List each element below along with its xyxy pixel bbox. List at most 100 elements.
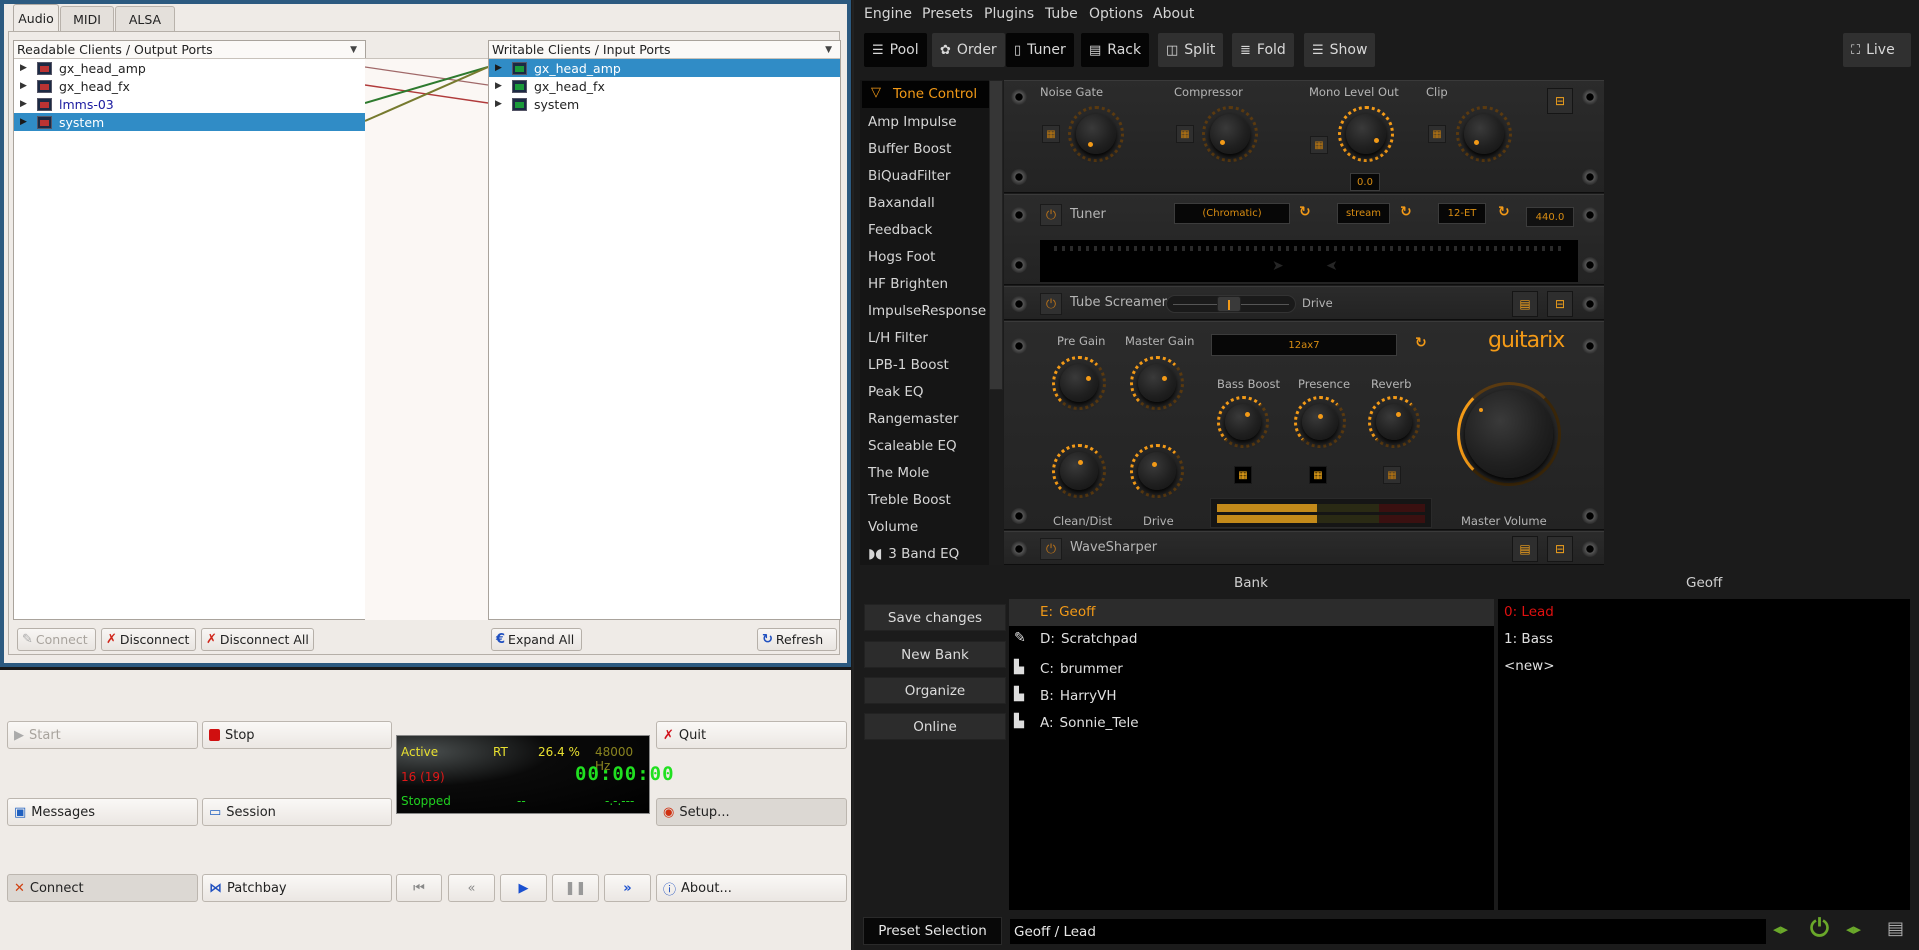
online-button[interactable]: Online bbox=[864, 713, 1006, 740]
pool-item[interactable]: Hogs Foot bbox=[868, 249, 935, 265]
bank-item-d[interactable]: D: Scratchpad bbox=[1040, 631, 1137, 647]
reverb-toggle[interactable]: ▦ bbox=[1383, 466, 1401, 484]
unit-menu-button[interactable]: ⊟ bbox=[1547, 291, 1573, 317]
temperament-select[interactable]: 12-ET bbox=[1438, 203, 1486, 224]
drive-knob[interactable] bbox=[1138, 452, 1176, 490]
pool-item[interactable]: L/H Filter bbox=[868, 330, 928, 346]
expand-icon[interactable]: ▶ bbox=[495, 63, 504, 73]
disconnect-all-button[interactable]: ✗ Disconnect All bbox=[201, 628, 314, 651]
slider-handle[interactable] bbox=[1217, 296, 1241, 312]
expand-icon[interactable]: ▶ bbox=[20, 117, 29, 127]
expand-icon[interactable]: ▶ bbox=[495, 99, 504, 109]
list-item[interactable]: ▶ lmms-03 bbox=[14, 95, 365, 113]
readable-list-header[interactable]: Readable Clients / Output Ports ▼ bbox=[14, 41, 365, 59]
bank-item-c[interactable]: C: brummer bbox=[1040, 661, 1123, 677]
messages-button[interactable]: ▣ Messages bbox=[7, 798, 198, 826]
pool-category-3-band-eq[interactable]: ◗◖ 3 Band EQ bbox=[868, 546, 959, 562]
pool-item[interactable]: LPB-1 Boost bbox=[868, 357, 949, 373]
toolbar-rack-button[interactable]: ▤ Rack bbox=[1081, 33, 1150, 67]
wavesharper-power-button[interactable]: ⏻ bbox=[1040, 538, 1062, 560]
disconnect-button[interactable]: ✗ Disconnect bbox=[101, 628, 196, 651]
menu-engine[interactable]: Engine bbox=[864, 6, 912, 22]
organize-button[interactable]: Organize bbox=[864, 677, 1006, 704]
bank-item-a[interactable]: A: Sonnie_Tele bbox=[1040, 715, 1139, 731]
pool-item[interactable]: Feedback bbox=[868, 222, 932, 238]
tube-screamer-power-button[interactable]: ⏻ bbox=[1040, 293, 1062, 315]
pool-item[interactable]: Peak EQ bbox=[868, 384, 924, 400]
about-button[interactable]: ⓘ About... bbox=[656, 874, 847, 902]
stop-button[interactable]: Stop bbox=[202, 721, 392, 749]
pool-item[interactable]: Rangemaster bbox=[868, 411, 958, 427]
pool-item[interactable]: Scaleable EQ bbox=[868, 438, 957, 454]
toolbar-order-button[interactable]: ✿ Order bbox=[932, 33, 1005, 67]
clean-dist-knob[interactable] bbox=[1060, 452, 1098, 490]
pool-item[interactable]: Amp Impulse bbox=[868, 114, 957, 130]
next-preset-icon[interactable]: ◂▸ bbox=[1846, 920, 1861, 938]
menu-tube[interactable]: Tube bbox=[1045, 6, 1078, 22]
preset-item-new[interactable]: <new> bbox=[1504, 658, 1555, 674]
writable-clients-list[interactable]: Writable Clients / Input Ports ▼ ▶ gx_head… bbox=[488, 40, 841, 620]
pool-item[interactable]: The Mole bbox=[868, 465, 929, 481]
quit-button[interactable]: ✗ Quit bbox=[656, 721, 847, 749]
noise-gate-toggle[interactable]: ▦ bbox=[1042, 125, 1060, 143]
unit-menu-button[interactable]: ⊟ bbox=[1547, 536, 1573, 562]
bass-boost-knob[interactable] bbox=[1225, 404, 1261, 440]
cycle-icon[interactable]: ↻ bbox=[1299, 204, 1311, 220]
reverb-knob[interactable] bbox=[1376, 404, 1412, 440]
menu-presets[interactable]: Presets bbox=[922, 6, 973, 22]
clip-toggle[interactable]: ▦ bbox=[1428, 125, 1446, 143]
toolbar-split-button[interactable]: ◫ Split bbox=[1158, 33, 1224, 67]
clip-knob[interactable] bbox=[1464, 114, 1504, 154]
menu-about[interactable]: About bbox=[1153, 6, 1194, 22]
save-changes-button[interactable]: Save changes bbox=[864, 604, 1006, 631]
readable-clients-list[interactable]: Readable Clients / Output Ports ▼ ▶ gx_hea… bbox=[13, 40, 366, 620]
preset-file-button[interactable]: ▤ bbox=[1512, 536, 1538, 562]
master-gain-knob[interactable] bbox=[1138, 364, 1176, 402]
pool-item[interactable]: ImpulseResponse bbox=[868, 303, 986, 319]
reference-pitch[interactable]: 440.0 bbox=[1526, 207, 1574, 227]
refresh-button[interactable]: ↻ Refresh bbox=[757, 628, 837, 651]
tab-audio[interactable]: Audio bbox=[13, 4, 59, 32]
cycle-icon[interactable]: ↻ bbox=[1400, 204, 1412, 220]
connect-window-button[interactable]: ✕ Connect bbox=[7, 874, 198, 902]
master-volume-knob[interactable] bbox=[1465, 390, 1553, 478]
list-item[interactable]: ▶ gx_head_fx bbox=[489, 77, 840, 95]
expand-icon[interactable]: ▶ bbox=[20, 63, 29, 73]
tuner-power-button[interactable]: ⏻ bbox=[1040, 204, 1062, 226]
presence-knob[interactable] bbox=[1302, 404, 1338, 440]
presence-toggle[interactable]: ▦ bbox=[1309, 466, 1327, 484]
live-button[interactable]: ⛶ Live bbox=[1843, 33, 1911, 67]
pool-item[interactable]: Treble Boost bbox=[868, 492, 951, 508]
toolbar-fold-button[interactable]: ≣ Fold bbox=[1232, 33, 1294, 67]
pool-item[interactable]: HF Brighten bbox=[868, 276, 948, 292]
list-item[interactable]: ▶ system bbox=[489, 95, 840, 113]
list-item[interactable]: ▶ gx_head_amp bbox=[489, 59, 840, 77]
writable-list-header[interactable]: Writable Clients / Input Ports ▼ bbox=[489, 41, 840, 59]
cycle-icon[interactable]: ↻ bbox=[1498, 204, 1510, 220]
pool-category-tone-control[interactable]: ▽ Tone Control bbox=[862, 81, 989, 108]
menu-options[interactable]: Options bbox=[1089, 6, 1143, 22]
pause-button[interactable]: ❚❚ bbox=[552, 874, 599, 902]
preset-file-button[interactable]: ▤ bbox=[1512, 291, 1538, 317]
rewind-button[interactable]: « bbox=[448, 874, 495, 902]
bank-item-e[interactable]: E: Geoff bbox=[1040, 604, 1095, 620]
engine-power-icon[interactable]: ⏻ bbox=[1810, 914, 1829, 942]
rewind-to-start-button[interactable]: ⏮ bbox=[396, 874, 442, 902]
drive-slider[interactable] bbox=[1166, 295, 1296, 313]
compressor-knob[interactable] bbox=[1210, 114, 1250, 154]
pre-gain-knob[interactable] bbox=[1060, 364, 1098, 402]
toolbar-pool-button[interactable]: ☰ Pool bbox=[864, 33, 927, 67]
tuner-source-select[interactable]: stream bbox=[1337, 203, 1390, 224]
pool-item[interactable]: Buffer Boost bbox=[868, 141, 951, 157]
patchbay-button[interactable]: ⋈ Patchbay bbox=[202, 874, 392, 902]
session-button[interactable]: ▭ Session bbox=[202, 798, 392, 826]
level-toggle[interactable]: ▦ bbox=[1310, 136, 1328, 154]
tube-model-select[interactable]: 12ax7 bbox=[1211, 334, 1397, 356]
pool-item[interactable]: Volume bbox=[868, 519, 918, 535]
mono-level-knob[interactable] bbox=[1346, 114, 1386, 154]
bank-item-b[interactable]: B: HarryVH bbox=[1040, 688, 1116, 704]
new-bank-button[interactable]: New Bank bbox=[864, 641, 1006, 668]
expand-icon[interactable]: ▶ bbox=[495, 81, 504, 91]
toolbar-show-button[interactable]: ☰ Show bbox=[1304, 33, 1376, 67]
unit-menu-button[interactable]: ⊟ bbox=[1547, 88, 1573, 114]
